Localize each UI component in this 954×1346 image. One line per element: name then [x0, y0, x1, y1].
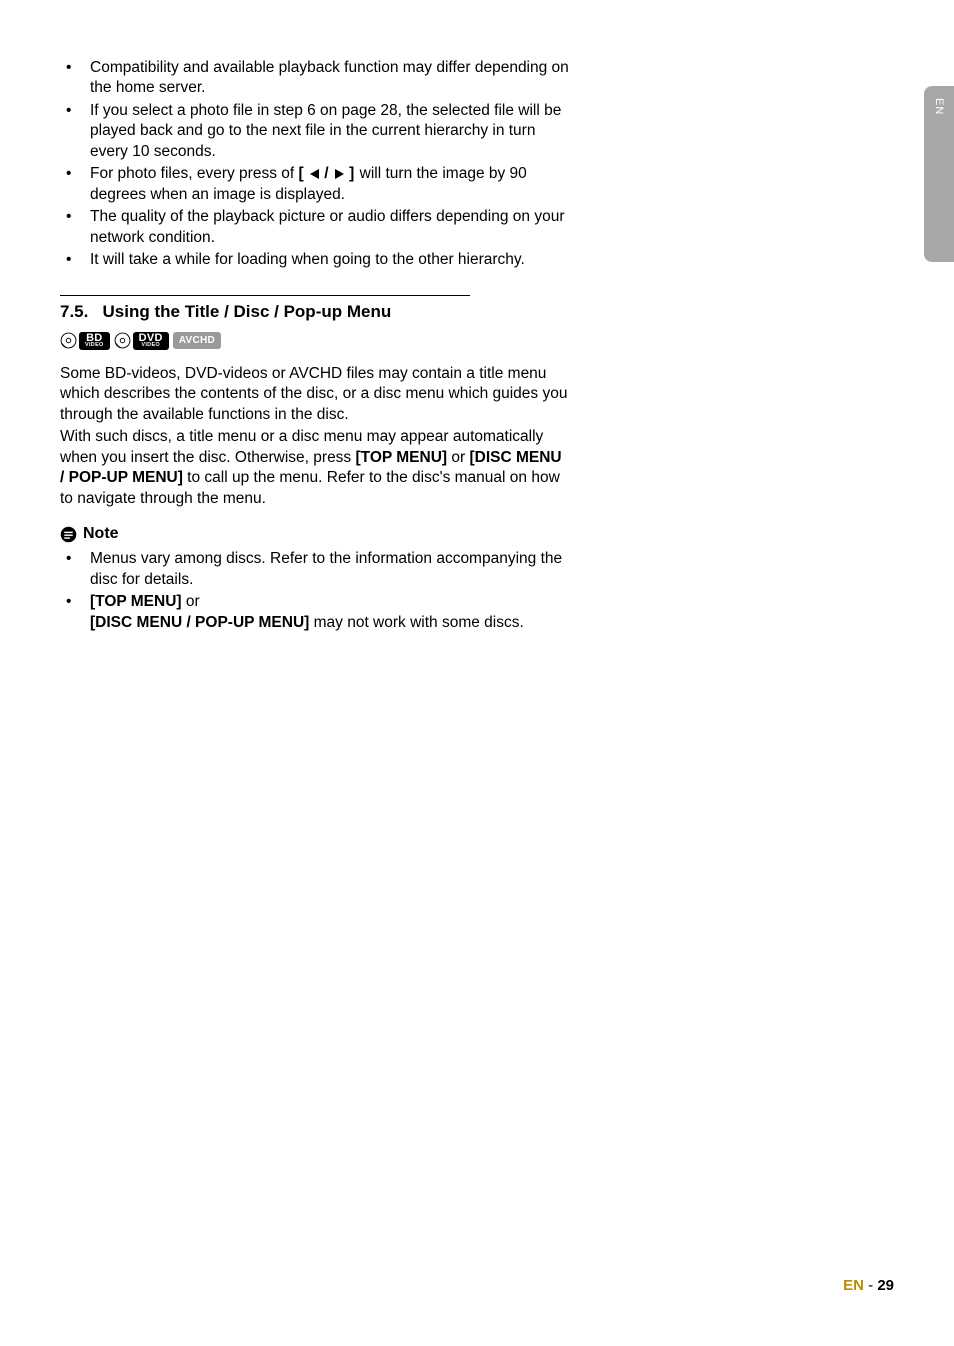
note-bullet-list: • Menus vary among discs. Refer to the in…: [60, 549, 570, 633]
list-text: It will take a while for loading when go…: [90, 251, 525, 268]
text-run: For photo files, every press of: [90, 165, 298, 182]
paragraph: With such discs, a title menu or a disc …: [60, 427, 570, 509]
dvd-badge-group: DVD VIDEO: [114, 332, 169, 351]
paragraph: Some BD-videos, DVD-videos or AVCHD file…: [60, 364, 570, 425]
list-text: Menus vary among discs. Refer to the inf…: [90, 550, 562, 587]
bullet-dot-icon: •: [66, 164, 71, 184]
list-item: • Compatibility and available playback fu…: [60, 58, 570, 99]
triangle-left-icon: [310, 169, 319, 179]
intro-bullet-list: • Compatibility and available playback fu…: [60, 58, 570, 271]
top-menu-key: [TOP MENU]: [356, 449, 448, 466]
side-tab-label: EN: [933, 98, 945, 115]
section-heading: 7.5. Using the Title / Disc / Pop-up Men…: [60, 302, 570, 322]
format-badges-row: BD VIDEO DVD VIDEO AVCHD: [60, 332, 570, 351]
footer-page-number: 29: [877, 1277, 894, 1294]
note-icon: [60, 526, 77, 543]
content-column: • Compatibility and available playback fu…: [60, 58, 570, 633]
footer-lang: EN: [843, 1277, 864, 1294]
footer-sep: -: [864, 1277, 877, 1294]
side-language-tab: EN: [924, 86, 954, 262]
text-run: or: [182, 593, 200, 610]
dvd-video-badge: DVD VIDEO: [133, 332, 169, 351]
note-label: Note: [83, 525, 119, 543]
list-text: [TOP MENU] or [DISC MENU / POP-UP MENU] …: [90, 593, 524, 630]
left-right-keys: [ / ]: [298, 165, 355, 182]
page: EN • Compatibility and available playback…: [0, 0, 954, 1346]
bullet-dot-icon: •: [66, 549, 71, 569]
list-text: The quality of the playback picture or a…: [90, 208, 565, 245]
badge-subtext: VIDEO: [85, 343, 104, 349]
disc-icon: [60, 332, 77, 349]
list-item: • It will take a while for loading when g…: [60, 250, 570, 270]
bullet-dot-icon: •: [66, 592, 71, 612]
text-run: may not work with some discs.: [309, 614, 523, 631]
note-heading: Note: [60, 525, 570, 543]
disc-icon: [114, 332, 131, 349]
list-item: • Menus vary among discs. Refer to the in…: [60, 549, 570, 590]
bullet-dot-icon: •: [66, 58, 71, 78]
page-footer: EN - 29: [843, 1277, 894, 1294]
triangle-right-icon: [335, 169, 344, 179]
top-menu-key: [TOP MENU]: [90, 593, 182, 610]
list-text: Compatibility and available playback fun…: [90, 59, 569, 96]
list-text: If you select a photo file in step 6 on …: [90, 102, 561, 160]
section-title-text: Using the Title / Disc / Pop-up Menu: [103, 302, 392, 321]
avchd-badge: AVCHD: [173, 332, 221, 349]
bullet-dot-icon: •: [66, 207, 71, 227]
disc-menu-key: [DISC MENU / POP-UP MENU]: [90, 614, 309, 631]
list-item: • For photo files, every press of [ / ] …: [60, 164, 570, 205]
bd-video-badge: BD VIDEO: [79, 332, 110, 351]
section-divider: [60, 295, 470, 296]
section-number: 7.5.: [60, 302, 88, 321]
list-item: • The quality of the playback picture or …: [60, 207, 570, 248]
list-text: For photo files, every press of [ / ] wi…: [90, 165, 527, 202]
text-run: or: [447, 449, 469, 466]
list-item: • [TOP MENU] or [DISC MENU / POP-UP MENU…: [60, 592, 570, 633]
list-item: • If you select a photo file in step 6 on…: [60, 101, 570, 162]
badge-subtext: VIDEO: [141, 343, 160, 349]
bullet-dot-icon: •: [66, 101, 71, 121]
bullet-dot-icon: •: [66, 250, 71, 270]
bd-badge-group: BD VIDEO: [60, 332, 110, 351]
